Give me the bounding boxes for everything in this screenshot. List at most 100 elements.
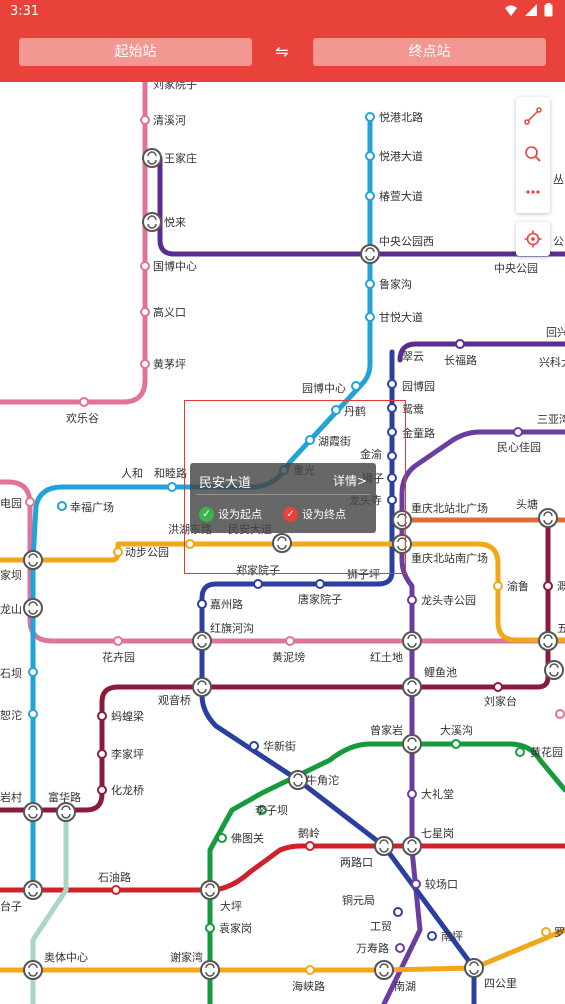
station-label: 大礼堂 <box>421 787 454 801</box>
station-label: 头塘 <box>516 497 538 511</box>
station-label: 甘悦大道 <box>379 310 423 324</box>
battery-icon <box>544 3 553 17</box>
station-label: 鹅岭 <box>298 826 320 840</box>
station-label: 台子 <box>0 899 22 913</box>
station-label: 刘家院子 <box>153 82 197 91</box>
station-label: 龙头寺公园 <box>421 594 476 607</box>
station-label: 石油路 <box>98 870 131 884</box>
set-start-button[interactable]: ✓ 设为起点 <box>199 506 262 522</box>
station-label: 园博园 <box>402 380 435 393</box>
station-label: 观音桥 <box>158 693 191 707</box>
station-label: 富华路 <box>48 790 81 804</box>
station-label: 较场口 <box>425 877 458 891</box>
station-label: 椿萱大道 <box>379 189 423 203</box>
search-icon[interactable] <box>516 135 550 173</box>
line-red <box>0 843 565 893</box>
station-label: 翠云 <box>402 350 424 363</box>
station-label: 南湖 <box>394 980 416 993</box>
start-station-button[interactable]: 起始站 <box>19 38 252 66</box>
station-label: 黄花园 <box>530 745 563 759</box>
station-label: 海峡路 <box>292 979 325 993</box>
swap-icon[interactable]: ⇋ <box>270 40 294 64</box>
station-label: 三亚湾 <box>537 412 565 426</box>
station-label: 大坪 <box>220 899 242 913</box>
popup-station-name: 民安大道 <box>199 476 252 491</box>
app-bar: 起始站 ⇋ 终点站 <box>0 24 565 82</box>
locate-icon[interactable] <box>516 222 550 256</box>
status-icons <box>504 3 553 17</box>
station-label: 奥体中心 <box>44 950 88 964</box>
station-label: 重庆北站南广场 <box>411 551 488 565</box>
station-label: 佛图关 <box>231 831 264 845</box>
station-label: 化龙桥 <box>111 783 144 797</box>
popup-divider <box>196 494 370 495</box>
status-time: 3:31 <box>10 4 40 19</box>
station-label: 黄泥塝 <box>272 650 305 664</box>
station-label: 园博中心 <box>302 382 346 395</box>
station-label: 龙山 <box>0 603 22 616</box>
details-link[interactable]: 详情> <box>333 472 367 489</box>
station-label: 嘉州路 <box>210 597 243 611</box>
station-label: 红旗河沟 <box>210 621 254 635</box>
station-label: 民心佳园 <box>497 440 541 454</box>
station-label: 五 <box>557 622 565 635</box>
station-label: 丛 <box>553 173 564 186</box>
station-label: 溉 <box>557 580 565 593</box>
station-label: 华新街 <box>263 739 296 753</box>
station-label: 幸福广场 <box>70 500 114 514</box>
station-label: 花卉园 <box>102 651 135 664</box>
station-label: 谢家湾 <box>170 950 203 964</box>
station-label: 悦港北路 <box>379 110 423 124</box>
station-label: 家坝 <box>0 568 22 582</box>
station-label: 罗 <box>554 926 565 939</box>
station-label: 南坪 <box>441 930 463 943</box>
station-label: 蚂蝗梁 <box>111 709 144 723</box>
station-label: 悦港大道 <box>379 149 423 163</box>
station-popup: 民安大道 详情> ✓ 设为起点 ✓ 设为终点 <box>190 463 376 533</box>
station-label: 回兴 <box>546 326 565 339</box>
wifi-icon <box>505 5 517 16</box>
station-label: 中央公园 <box>494 262 538 275</box>
station-label: 红土地 <box>370 651 403 664</box>
station-label: 李子坝 <box>255 803 288 817</box>
station-label: 两路口 <box>340 856 373 869</box>
check-icon: ✓ <box>199 506 214 522</box>
station-label: 金童路 <box>402 426 435 440</box>
station-label: 牛角沱 <box>306 773 339 787</box>
station-label: 悦来 <box>164 215 186 229</box>
station-label: 长福路 <box>444 353 477 367</box>
set-end-button[interactable]: ✓ 设为终点 <box>283 506 346 522</box>
station-label: 欢乐谷 <box>66 411 99 425</box>
check-icon: ✓ <box>283 506 298 522</box>
station-label: 石坝 <box>0 666 22 680</box>
set-start-label: 设为起点 <box>218 508 262 521</box>
station-label: 重庆北站北广场 <box>411 501 488 515</box>
station-label: 高义口 <box>153 305 186 319</box>
station-label: 渝鲁 <box>507 579 529 593</box>
route-icon[interactable] <box>516 97 550 135</box>
station-label: 和睦路 <box>154 467 187 480</box>
end-station-button[interactable]: 终点站 <box>313 38 546 66</box>
station-label: 岩村 <box>0 790 22 804</box>
station-label: 铜元局 <box>342 893 375 907</box>
station-label: 曾家岩 <box>370 723 403 737</box>
station-label: 动步公园 <box>125 546 169 559</box>
station-label: 李家坪 <box>111 747 144 761</box>
station-label: 万寿路 <box>356 941 389 955</box>
station-label: 公 <box>553 235 564 248</box>
set-end-label: 设为终点 <box>302 508 346 521</box>
station-label: 国博中心 <box>153 260 197 273</box>
more-icon[interactable] <box>516 173 550 211</box>
station-label: 人和 <box>121 467 143 480</box>
station-label: 大溪沟 <box>440 723 473 737</box>
signal-icon <box>525 4 537 16</box>
line-pink <box>0 82 148 405</box>
station-label: 袁家岗 <box>219 921 252 935</box>
station-label: 刘家台 <box>484 694 517 708</box>
station-label: 清溪河 <box>153 114 186 127</box>
station-label: 鲤鱼池 <box>424 665 457 679</box>
station-label: 四公里 <box>484 977 517 990</box>
station-label: 兴科大 <box>539 355 565 369</box>
station-label: 黄茅坪 <box>153 357 186 371</box>
map-toolbar <box>516 97 550 213</box>
